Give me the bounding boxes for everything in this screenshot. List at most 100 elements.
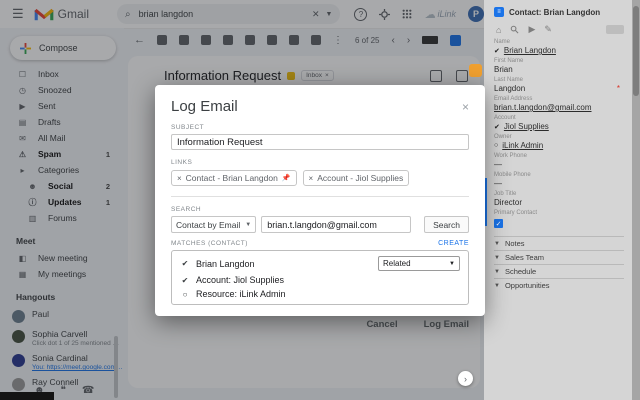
match-label: Account: Jiol Supplies xyxy=(196,275,284,285)
remove-chip-icon[interactable]: × xyxy=(177,174,182,183)
subject-label: SUBJECT xyxy=(171,124,469,131)
play-icon[interactable]: ▶ xyxy=(528,24,535,35)
contact-field: Job Title Director * xyxy=(494,191,624,207)
contact-field: Last Name Langdon * xyxy=(494,77,624,93)
search-mode-select[interactable]: Contact by Email ▼ xyxy=(171,216,256,233)
field-label: Work Phone xyxy=(494,153,624,159)
match-check-icon[interactable]: ✔ xyxy=(180,259,190,268)
contact-field: Name ✔ Brian Langdon * xyxy=(494,39,624,55)
field-label: Job Title xyxy=(494,191,624,197)
field-label: Mobile Phone xyxy=(494,172,624,178)
field-status-icon: ✔ xyxy=(494,47,500,55)
remove-chip-icon[interactable]: × xyxy=(309,174,314,183)
corner-black-strip xyxy=(0,392,54,400)
contact-field: Email Address brian.t.langdon@gmail.com … xyxy=(494,96,624,112)
field-label: First Name xyxy=(494,58,624,64)
collapse-triangle-icon: ▼ xyxy=(494,255,500,261)
match-row[interactable]: ✔ Account: Jiol Supplies ▼ xyxy=(172,273,468,287)
field-status-icon: ○ xyxy=(494,142,498,149)
subject-input[interactable] xyxy=(171,134,469,150)
match-row[interactable]: ○ Resource: iLink Admin ▼ xyxy=(172,287,468,301)
field-label: Primary Contact xyxy=(494,210,624,216)
field-value[interactable]: iLink Admin xyxy=(502,141,543,150)
chevron-down-icon: ▼ xyxy=(245,222,251,228)
field-label: Owner xyxy=(494,134,624,140)
ilink-extension-icon[interactable] xyxy=(469,64,482,77)
panel-title: Contact: Brian Langdon xyxy=(509,8,600,17)
search-row: Contact by Email ▼ Search xyxy=(171,216,469,233)
search-icon[interactable] xyxy=(510,25,519,34)
panel-action-button[interactable] xyxy=(606,25,624,34)
contact-fields: Name ✔ Brian Langdon * First Name Brian xyxy=(494,39,624,228)
panel-toolbar: ⌂ ▶ ✎ xyxy=(496,24,624,35)
field-value[interactable]: Brian xyxy=(494,65,513,74)
match-label: Brian Langdon xyxy=(196,259,255,269)
search-label: SEARCH xyxy=(171,206,469,213)
contact-badge-icon: ≡ xyxy=(494,7,504,17)
scroll-next-icon[interactable]: › xyxy=(458,371,473,386)
contact-field: Mobile Phone — * xyxy=(494,172,624,188)
section-label: Sales Team xyxy=(505,253,544,262)
field-value[interactable]: — xyxy=(494,160,502,169)
edit-pencil-icon[interactable]: ✎ xyxy=(544,24,552,35)
chip-label: Contact - Brian Langdon xyxy=(186,173,278,183)
field-status-icon: ✔ xyxy=(494,123,500,131)
app-root: ☰ Gmail ⌕ ✕ ▼ ? xyxy=(0,0,640,400)
match-row[interactable]: ✔ Brian Langdon Related ▼ xyxy=(172,254,468,273)
field-label: Last Name xyxy=(494,77,624,83)
field-value[interactable]: Brian Langdon xyxy=(504,46,556,55)
match-check-icon[interactable]: ✔ xyxy=(180,276,190,285)
collapsible-section[interactable]: ▼ Schedule xyxy=(494,264,624,278)
collapsible-section[interactable]: ▼ Notes xyxy=(494,236,624,250)
link-chip[interactable]: × Contact - Brian Langdon 📌 xyxy=(171,170,297,186)
log-email-dialog: Log Email × SUBJECT LINKS × Contact - Br… xyxy=(155,85,485,316)
collapse-triangle-icon: ▼ xyxy=(494,269,500,275)
cancel-button[interactable]: Cancel xyxy=(366,319,397,330)
section-label: Schedule xyxy=(505,267,536,276)
field-label: Account xyxy=(494,115,624,121)
field-value[interactable]: Director xyxy=(494,198,522,207)
home-icon[interactable]: ⌂ xyxy=(496,25,501,35)
window-scrollbar[interactable] xyxy=(632,0,640,400)
crm-side-panel: ≡ Contact: Brian Langdon ⌂ ▶ ✎ Name ✔ Br… xyxy=(484,0,632,400)
field-value[interactable]: brian.t.langdon@gmail.com xyxy=(494,103,592,112)
contact-field: Primary Contact ✓ * xyxy=(494,210,624,228)
pin-icon: 📌 xyxy=(282,174,291,182)
chevron-down-icon: ▼ xyxy=(449,261,455,267)
section-label: Opportunities xyxy=(505,281,550,290)
field-checkbox[interactable]: ✓ xyxy=(494,219,503,228)
links-label: LINKS xyxy=(171,159,469,166)
create-link[interactable]: CREATE xyxy=(438,240,469,247)
contact-field: Account ✔ Jiol Supplies * xyxy=(494,115,624,131)
field-label: Email Address xyxy=(494,96,624,102)
link-chip[interactable]: × Account - Jiol Supplies xyxy=(303,170,410,186)
divider xyxy=(171,196,469,197)
chip-label: Account - Jiol Supplies xyxy=(317,173,403,183)
scrollbar-thumb[interactable] xyxy=(633,6,639,96)
search-button[interactable]: Search xyxy=(424,216,469,233)
required-asterisk: * xyxy=(617,84,620,93)
matches-listbox: ✔ Brian Langdon Related ▼ ✔ Account: Jio… xyxy=(171,250,469,305)
field-value[interactable]: — xyxy=(494,179,502,188)
relation-select[interactable]: Related ▼ xyxy=(378,256,460,271)
collapsible-section[interactable]: ▼ Sales Team xyxy=(494,250,624,264)
collapse-triangle-icon: ▼ xyxy=(494,241,500,247)
field-label: Name xyxy=(494,39,624,45)
close-icon[interactable]: × xyxy=(462,100,469,114)
contact-field: First Name Brian * xyxy=(494,58,624,74)
log-email-button[interactable]: Log Email xyxy=(424,319,469,330)
field-value[interactable]: Jiol Supplies xyxy=(504,122,549,131)
dialog-title: Log Email xyxy=(171,98,238,115)
panel-sections: ▼ Notes ▼ Sales Team ▼ Schedule ▼ Opport… xyxy=(494,236,624,292)
matches-label: MATCHES (CONTACT) xyxy=(171,240,248,247)
search-email-input[interactable] xyxy=(261,216,411,233)
link-chips: × Contact - Brian Langdon 📌 × Account - … xyxy=(171,170,469,186)
match-check-icon[interactable]: ○ xyxy=(180,290,190,299)
contact-field: Owner ○ iLink Admin * xyxy=(494,134,624,150)
collapsible-section[interactable]: ▼ Opportunities xyxy=(494,278,624,292)
collapse-triangle-icon: ▼ xyxy=(494,283,500,289)
section-label: Notes xyxy=(505,239,525,248)
field-value[interactable]: Langdon xyxy=(494,84,525,93)
contact-field: Work Phone — * xyxy=(494,153,624,169)
match-label: Resource: iLink Admin xyxy=(196,289,286,299)
